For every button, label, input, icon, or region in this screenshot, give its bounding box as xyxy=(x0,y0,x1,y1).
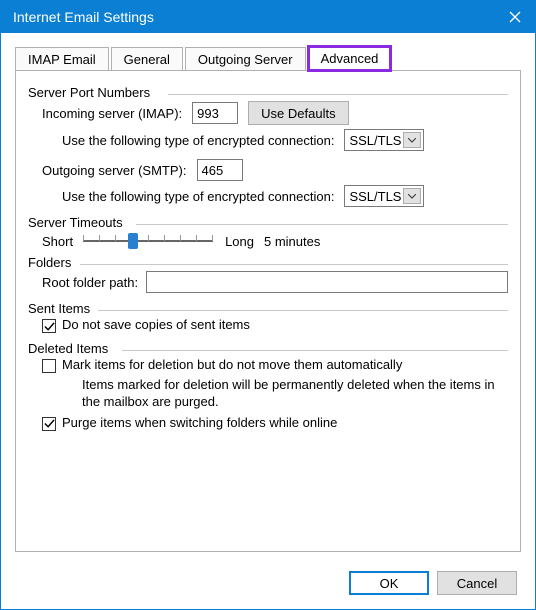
outgoing-server-label: Outgoing server (SMTP): xyxy=(42,163,187,178)
tab-label: Advanced xyxy=(321,51,379,66)
deleted-items-note: Items marked for deletion will be perman… xyxy=(28,377,508,411)
checkbox-label: Purge items when switching folders while… xyxy=(62,415,337,430)
select-value: SSL/TLS xyxy=(349,189,401,204)
tab-imap-email[interactable]: IMAP Email xyxy=(15,47,109,71)
chevron-down-icon xyxy=(403,132,421,148)
group-divider xyxy=(168,94,508,95)
group-deleted-items: Deleted Items Mark items for deletion bu… xyxy=(28,343,508,431)
tab-advanced[interactable]: Advanced xyxy=(308,46,392,71)
group-sent-items: Sent Items Do not save copies of sent it… xyxy=(28,303,508,333)
outgoing-port-input[interactable] xyxy=(197,159,243,181)
group-server-timeouts: Server Timeouts Short Long 5 minutes xyxy=(28,217,508,251)
button-label: OK xyxy=(380,576,399,591)
tab-label: Outgoing Server xyxy=(198,52,293,67)
timeout-short-label: Short xyxy=(42,234,73,249)
group-label: Sent Items xyxy=(28,301,96,316)
tab-general[interactable]: General xyxy=(111,47,183,71)
outgoing-encryption-select[interactable]: SSL/TLS xyxy=(344,185,424,207)
row-root-folder-path: Root folder path: xyxy=(28,271,508,293)
timeout-value: 5 minutes xyxy=(264,234,320,249)
close-icon xyxy=(509,11,521,23)
slider-thumb[interactable] xyxy=(128,233,138,249)
incoming-port-input[interactable] xyxy=(192,102,238,124)
incoming-server-label: Incoming server (IMAP): xyxy=(42,106,182,121)
slider-ticks xyxy=(83,235,213,245)
group-divider xyxy=(136,224,508,225)
row-outgoing-server: Outgoing server (SMTP): xyxy=(28,159,508,181)
group-label: Server Port Numbers xyxy=(28,85,156,100)
ok-button[interactable]: OK xyxy=(349,571,429,595)
group-server-port-numbers: Server Port Numbers Incoming server (IMA… xyxy=(28,87,508,207)
dialog-window: Internet Email Settings IMAP Email Gener… xyxy=(0,0,536,610)
tab-panel-advanced: Server Port Numbers Incoming server (IMA… xyxy=(15,70,521,552)
checkbox-box xyxy=(42,359,56,373)
client-area: IMAP Email General Outgoing Server Advan… xyxy=(1,33,535,609)
group-label: Folders xyxy=(28,255,77,270)
checkbox-mark-for-deletion[interactable]: Mark items for deletion but do not move … xyxy=(28,357,508,373)
cancel-button[interactable]: Cancel xyxy=(437,571,517,595)
checkbox-do-not-save-sent[interactable]: Do not save copies of sent items xyxy=(28,317,508,333)
title-bar: Internet Email Settings xyxy=(1,1,535,33)
timeout-long-label: Long xyxy=(225,234,254,249)
tab-label: IMAP Email xyxy=(28,52,96,67)
group-divider xyxy=(122,350,508,351)
window-title: Internet Email Settings xyxy=(13,9,495,25)
button-label: Cancel xyxy=(457,576,497,591)
root-folder-path-input[interactable] xyxy=(146,271,508,293)
chevron-down-icon xyxy=(403,188,421,204)
tab-label: General xyxy=(124,52,170,67)
checkbox-purge-on-switch[interactable]: Purge items when switching folders while… xyxy=(28,415,508,431)
timeout-slider[interactable] xyxy=(83,231,213,251)
group-folders: Folders Root folder path: xyxy=(28,257,508,293)
root-folder-path-label: Root folder path: xyxy=(42,275,138,290)
use-defaults-button[interactable]: Use Defaults xyxy=(248,101,348,125)
checkbox-label: Mark items for deletion but do not move … xyxy=(62,357,402,372)
group-label: Deleted Items xyxy=(28,341,114,356)
incoming-encryption-select[interactable]: SSL/TLS xyxy=(344,129,424,151)
row-timeout-slider: Short Long 5 minutes xyxy=(28,231,508,251)
group-divider xyxy=(98,310,508,311)
close-button[interactable] xyxy=(495,1,535,33)
checkbox-label: Do not save copies of sent items xyxy=(62,317,250,332)
dialog-button-row: OK Cancel xyxy=(349,571,517,595)
group-divider xyxy=(80,264,508,265)
button-label: Use Defaults xyxy=(261,106,335,121)
row-incoming-server: Incoming server (IMAP): Use Defaults xyxy=(28,101,508,125)
select-value: SSL/TLS xyxy=(349,133,401,148)
tab-strip: IMAP Email General Outgoing Server Advan… xyxy=(15,45,521,71)
checkbox-box xyxy=(42,319,56,333)
group-label: Server Timeouts xyxy=(28,215,129,230)
row-incoming-encryption: Use the following type of encrypted conn… xyxy=(28,129,508,151)
row-outgoing-encryption: Use the following type of encrypted conn… xyxy=(28,185,508,207)
checkbox-box xyxy=(42,417,56,431)
encryption-type-label: Use the following type of encrypted conn… xyxy=(62,189,334,204)
encryption-type-label: Use the following type of encrypted conn… xyxy=(62,133,334,148)
tab-outgoing-server[interactable]: Outgoing Server xyxy=(185,47,306,71)
